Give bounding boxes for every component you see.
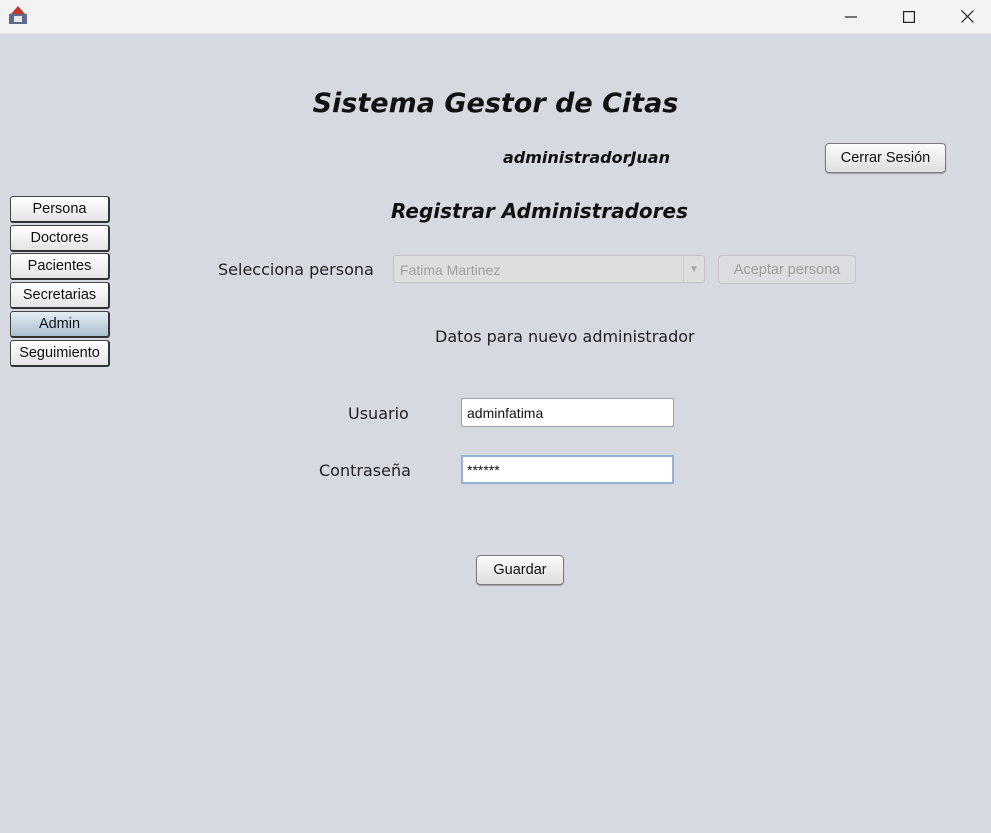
person-select-value: Fatima Martinez	[400, 262, 501, 278]
save-button[interactable]: Guardar	[476, 555, 564, 585]
nav-pacientes-button[interactable]: Pacientes	[10, 253, 110, 280]
logout-button[interactable]: Cerrar Sesión	[825, 143, 946, 173]
maximize-button[interactable]	[880, 0, 938, 33]
username-field[interactable]	[461, 398, 674, 427]
nav-doctores-button[interactable]: Doctores	[10, 225, 110, 252]
java-app-icon	[8, 5, 28, 25]
password-field[interactable]	[461, 455, 674, 484]
password-label: Contraseña	[319, 461, 411, 480]
minimize-button[interactable]	[822, 0, 880, 33]
accept-person-button[interactable]: Aceptar persona	[718, 255, 856, 284]
current-username: administradorJuan	[502, 148, 670, 167]
form-subtitle: Datos para nuevo administrador	[435, 327, 695, 346]
nav-admin-button[interactable]: Admin	[10, 311, 110, 338]
select-person-label: Selecciona persona	[218, 260, 374, 279]
close-button[interactable]	[938, 0, 991, 33]
nav-secretarias-button[interactable]: Secretarias	[10, 282, 110, 309]
page-title: Sistema Gestor de Citas	[312, 88, 679, 119]
dropdown-arrow-icon[interactable]: ▼	[683, 256, 704, 282]
nav-seguimiento-button[interactable]: Seguimiento	[10, 340, 110, 367]
nav-persona-button[interactable]: Persona	[10, 196, 110, 223]
person-select[interactable]: Fatima Martinez ▼	[393, 255, 705, 283]
window-titlebar	[0, 0, 991, 34]
section-title: Registrar Administradores	[391, 199, 688, 223]
username-label: Usuario	[348, 404, 409, 423]
